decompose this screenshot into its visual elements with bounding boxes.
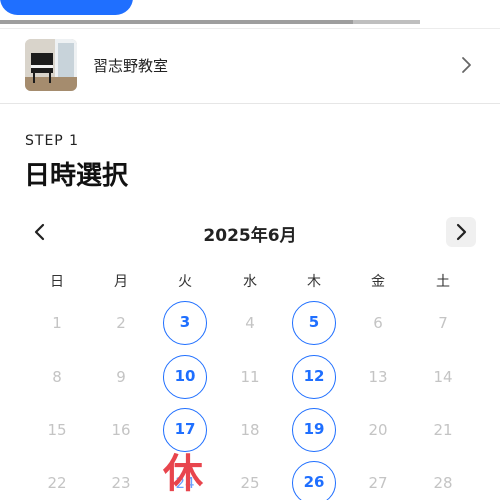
calendar-day-disabled: 25: [240, 474, 260, 492]
chevron-right-icon: [456, 55, 476, 75]
calendar-day-disabled: 23: [111, 474, 131, 492]
calendar-day-available[interactable]: 17: [163, 408, 207, 452]
calendar-day-disabled: 27: [368, 474, 388, 492]
calendar-day-holiday: 24: [175, 474, 195, 492]
page-title: 日時選択: [24, 161, 129, 191]
active-step-tab[interactable]: [0, 0, 133, 15]
weekday-label: 木: [307, 274, 321, 290]
calendar-day-disabled: 7: [438, 314, 448, 332]
calendar-day-disabled: 20: [368, 421, 388, 439]
weekday-label: 日: [50, 274, 64, 290]
calendar-day-disabled: 16: [111, 421, 131, 439]
calendar-day-disabled: 6: [373, 314, 383, 332]
calendar-month-label: 2025年6月: [203, 226, 297, 246]
calendar-day-disabled: 4: [245, 314, 255, 332]
calendar-day-available[interactable]: 26: [292, 461, 336, 500]
classroom-row[interactable]: 習志野教室: [0, 28, 500, 104]
calendar-day-disabled: 22: [47, 474, 67, 492]
weekday-label: 火: [178, 274, 192, 290]
calendar-day-disabled: 28: [433, 474, 453, 492]
calendar-day-available[interactable]: 12: [292, 355, 336, 399]
weekday-label: 水: [243, 274, 257, 290]
calendar-day-disabled: 1: [52, 314, 62, 332]
weekday-label: 金: [371, 274, 385, 290]
chevron-right-icon: [456, 223, 467, 241]
calendar-day-available[interactable]: 3: [163, 301, 207, 345]
classroom-name: 習志野教室: [93, 57, 169, 75]
step-label: STEP 1: [25, 133, 80, 149]
calendar-day-disabled: 2: [116, 314, 126, 332]
calendar-day-disabled: 15: [47, 421, 67, 439]
calendar-day-disabled: 14: [433, 368, 453, 386]
calendar-day-available[interactable]: 5: [292, 301, 336, 345]
classroom-photo: [25, 39, 77, 91]
calendar-day-disabled: 8: [52, 368, 62, 386]
progress-bar: [0, 20, 420, 24]
calendar-day-disabled: 13: [368, 368, 388, 386]
step-tabs: [0, 0, 500, 28]
calendar-day-disabled: 18: [240, 421, 260, 439]
calendar-day-disabled: 9: [116, 368, 126, 386]
calendar-day-disabled: 11: [240, 368, 260, 386]
calendar-day-available[interactable]: 10: [163, 355, 207, 399]
weekday-label: 月: [114, 274, 128, 290]
next-month-button[interactable]: [446, 217, 476, 247]
progress-fill: [0, 20, 353, 24]
calendar-day-available[interactable]: 19: [292, 408, 336, 452]
weekday-label: 土: [436, 274, 450, 290]
calendar-day-disabled: 21: [433, 421, 453, 439]
